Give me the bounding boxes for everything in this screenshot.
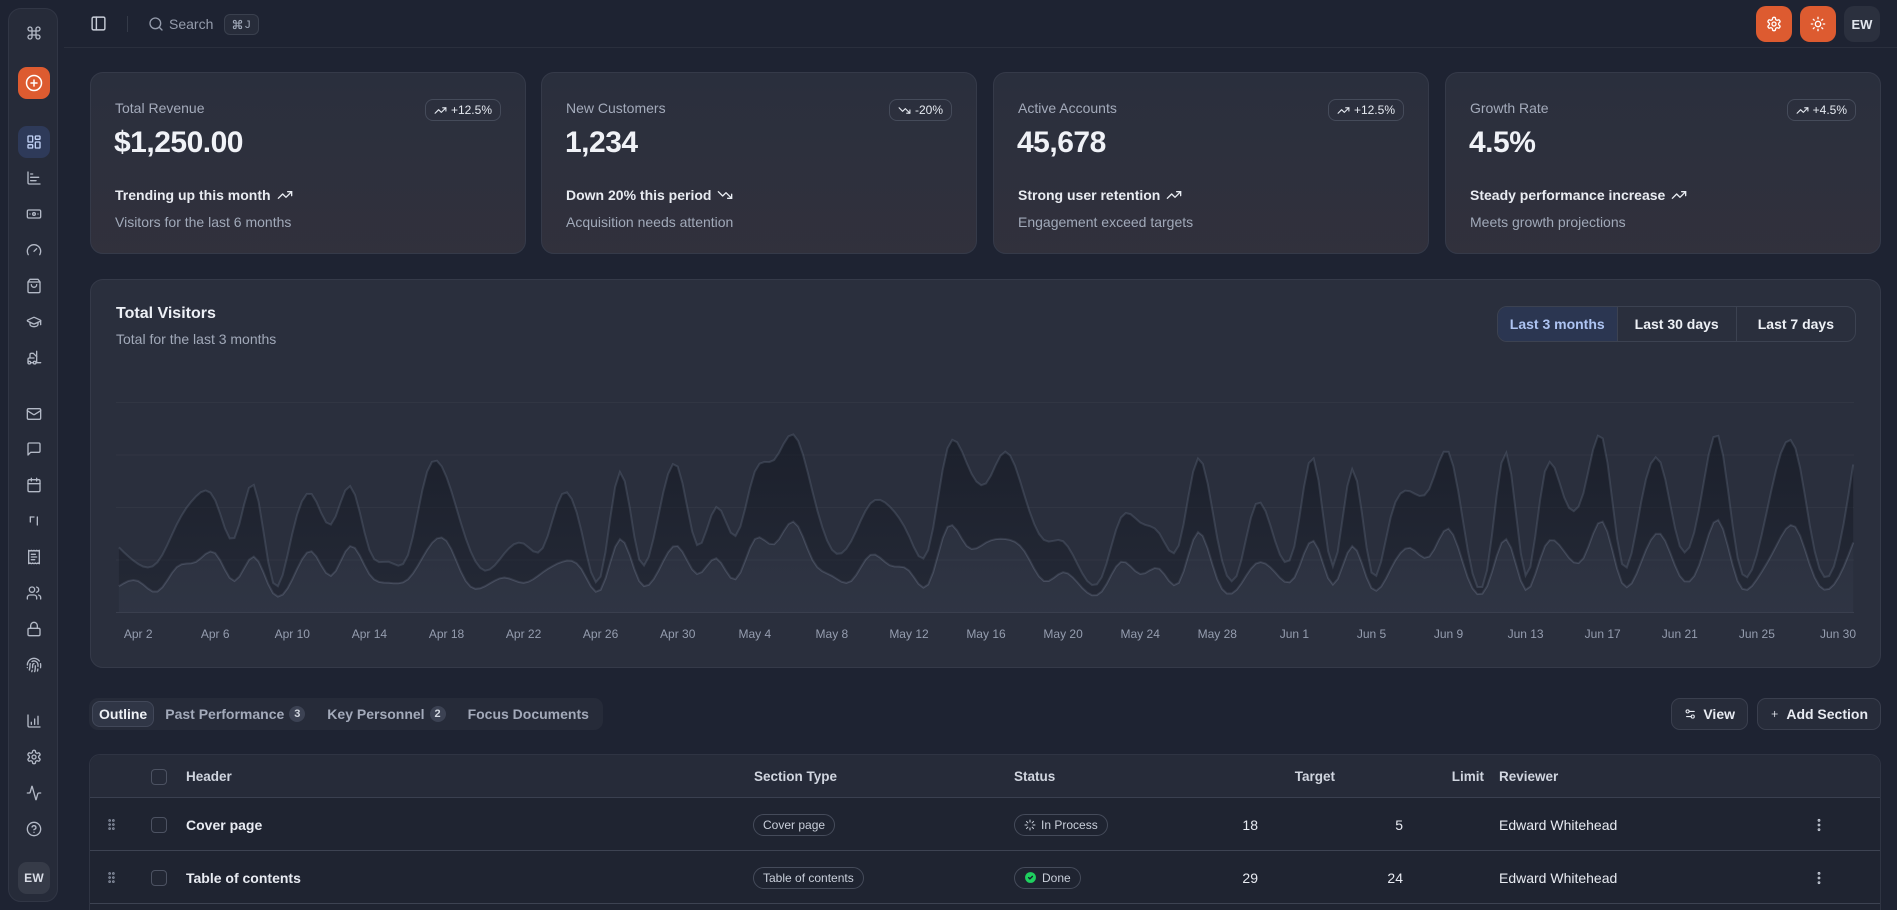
svg-text:May 24: May 24 [1121, 627, 1161, 641]
svg-text:May 20: May 20 [1043, 627, 1083, 641]
svg-text:Apr 2: Apr 2 [124, 627, 153, 641]
svg-text:Apr 14: Apr 14 [352, 627, 388, 641]
svg-text:Jun 1: Jun 1 [1280, 627, 1310, 641]
svg-text:Jun 25: Jun 25 [1739, 627, 1775, 641]
svg-text:Apr 18: Apr 18 [429, 627, 465, 641]
svg-text:May 16: May 16 [966, 627, 1006, 641]
svg-text:Apr 30: Apr 30 [660, 627, 696, 641]
svg-text:Apr 10: Apr 10 [275, 627, 311, 641]
svg-text:Apr 22: Apr 22 [506, 627, 542, 641]
svg-text:May 28: May 28 [1198, 627, 1238, 641]
svg-text:Apr 26: Apr 26 [583, 627, 619, 641]
svg-text:May 8: May 8 [816, 627, 849, 641]
svg-text:May 12: May 12 [889, 627, 929, 641]
svg-text:Jun 5: Jun 5 [1357, 627, 1387, 641]
svg-text:Jun 30: Jun 30 [1820, 627, 1856, 641]
svg-text:Jun 13: Jun 13 [1508, 627, 1544, 641]
svg-text:Jun 21: Jun 21 [1662, 627, 1698, 641]
svg-text:May 4: May 4 [738, 627, 771, 641]
svg-text:Jun 9: Jun 9 [1434, 627, 1464, 641]
svg-text:Jun 17: Jun 17 [1585, 627, 1621, 641]
svg-text:Apr 6: Apr 6 [201, 627, 230, 641]
